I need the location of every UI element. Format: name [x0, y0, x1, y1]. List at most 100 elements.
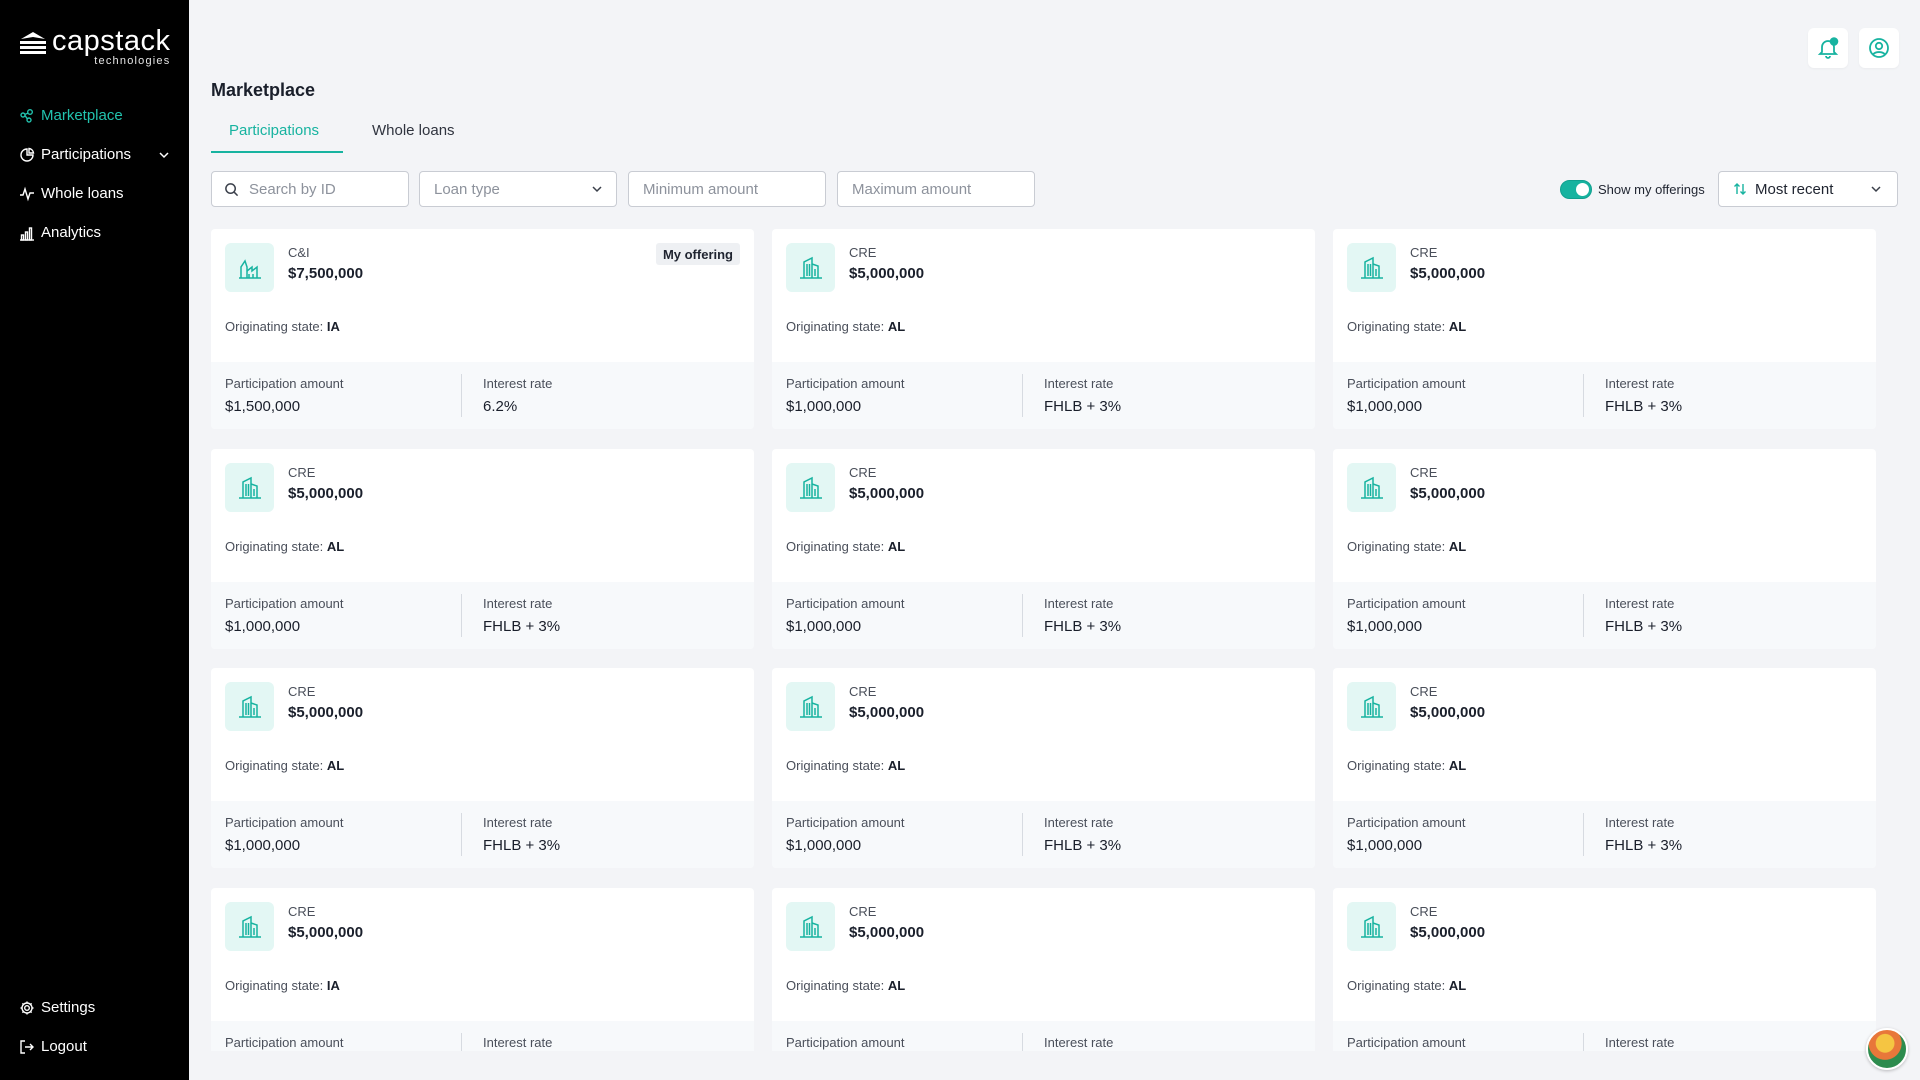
participation-amount-label: Participation amount: [786, 1035, 905, 1050]
sidebar-item-participations[interactable]: Participations: [0, 135, 189, 174]
loan-type: CRE: [288, 904, 316, 919]
participation-amount-value: $1,000,000: [225, 618, 301, 635]
interest-rate: Interest rate FHLB + 3%: [1044, 362, 1284, 429]
sidebar-item-logout[interactable]: Logout: [0, 1027, 189, 1066]
card-header: CRE $5,000,000 Originating state: AL: [772, 668, 1315, 801]
show-my-offerings-toggle[interactable]: [1560, 180, 1592, 199]
interest-rate-value: FHLB + 3%: [1605, 618, 1683, 635]
building-icon: [1347, 243, 1396, 292]
participation-amount-label: Participation amount: [786, 596, 905, 611]
sidebar: capstack technologies Marketplace Partic…: [0, 0, 189, 1080]
originating-state-value: AL: [1448, 319, 1467, 334]
card-header: CRE $5,000,000 Originating state: AL: [1333, 449, 1876, 582]
interest-rate-value: FHLB + 3%: [1605, 398, 1683, 415]
loan-type-select[interactable]: Loan type: [419, 171, 617, 207]
loan-card[interactable]: CRE $5,000,000 Originating state: AL Partic…: [1333, 888, 1876, 1051]
sidebar-item-whole-loans[interactable]: Whole loans: [0, 174, 189, 213]
loan-card[interactable]: CRE $5,000,000 Originating state: AL Partic…: [1333, 668, 1876, 868]
building-icon: [1347, 902, 1396, 951]
originating-state-label: Originating state:: [1347, 758, 1446, 773]
maximum-amount-input[interactable]: Maximum amount: [837, 171, 1035, 207]
help-avatar-button[interactable]: [1866, 1028, 1908, 1070]
building-icon: [786, 243, 835, 292]
originating-state-label: Originating state:: [225, 319, 324, 334]
search-placeholder: Search by ID: [249, 180, 336, 198]
loan-card[interactable]: CRE $5,000,000 Originating state: IA Partic…: [211, 888, 754, 1051]
loan-amount: $5,000,000: [1410, 704, 1486, 721]
card-details: Participation amount Interest rate: [1333, 1021, 1876, 1051]
loan-card[interactable]: CRE $5,000,000 Originating state: AL Partic…: [772, 888, 1315, 1051]
card-details: Participation amount $1,000,000 Interest r…: [1333, 582, 1876, 649]
card-details: Participation amount Interest rate: [772, 1021, 1315, 1051]
divider: [1583, 813, 1584, 856]
card-header: CRE $5,000,000 Originating state: IA: [211, 888, 754, 1021]
interest-rate: Interest rate FHLB + 3%: [1605, 801, 1845, 868]
divider: [461, 1033, 462, 1051]
building-icon: [786, 902, 835, 951]
originating-state-value: AL: [887, 319, 906, 334]
loan-amount: $7,500,000: [288, 265, 364, 282]
participation-amount-value: $1,000,000: [786, 618, 862, 635]
loan-amount: $5,000,000: [849, 924, 925, 941]
interest-rate-label: Interest rate: [1044, 815, 1114, 830]
tab-whole-loans[interactable]: Whole loans: [372, 118, 473, 153]
sort-icon: [1733, 182, 1747, 196]
originating-state: Originating state: IA: [225, 319, 340, 334]
loan-type: CRE: [849, 904, 877, 919]
building-icon: [1347, 682, 1396, 731]
card-header: CRE $5,000,000 Originating state: AL: [772, 888, 1315, 1021]
interest-rate-value: FHLB + 3%: [1605, 837, 1683, 854]
brand-name: capstack: [52, 25, 171, 57]
building-icon: [786, 682, 835, 731]
loan-card[interactable]: CRE $5,000,000 Originating state: AL Partic…: [211, 449, 754, 649]
search-input[interactable]: Search by ID: [211, 171, 409, 207]
tab-participations[interactable]: Participations: [211, 118, 343, 153]
interest-rate-label: Interest rate: [1044, 376, 1114, 391]
search-icon: [224, 182, 239, 197]
loan-card[interactable]: C&I $7,500,000 My offering Originating stat…: [211, 229, 754, 429]
chevron-down-icon[interactable]: [157, 148, 171, 162]
maximum-amount-placeholder: Maximum amount: [852, 180, 972, 198]
card-details: Participation amount $1,000,000 Interest r…: [1333, 362, 1876, 429]
building-icon: [225, 463, 274, 512]
loan-card[interactable]: CRE $5,000,000 Originating state: AL Partic…: [1333, 449, 1876, 649]
sort-select[interactable]: Most recent: [1718, 171, 1898, 207]
loan-card[interactable]: CRE $5,000,000 Originating state: AL Partic…: [211, 668, 754, 868]
loan-card[interactable]: CRE $5,000,000 Originating state: AL Partic…: [772, 668, 1315, 868]
divider: [1583, 374, 1584, 417]
factory-icon: [225, 243, 274, 292]
brand-subtitle: technologies: [94, 55, 171, 67]
sidebar-item-marketplace[interactable]: Marketplace: [0, 96, 189, 135]
interest-rate-value: FHLB + 3%: [1044, 837, 1122, 854]
loan-card[interactable]: CRE $5,000,000 Originating state: AL Partic…: [1333, 229, 1876, 429]
notifications-button[interactable]: [1808, 28, 1848, 68]
loan-card[interactable]: CRE $5,000,000 Originating state: AL Partic…: [772, 449, 1315, 649]
originating-state-label: Originating state:: [786, 758, 885, 773]
minimum-amount-input[interactable]: Minimum amount: [628, 171, 826, 207]
participation-amount-label: Participation amount: [1347, 596, 1466, 611]
loan-type: CRE: [1410, 245, 1438, 260]
sidebar-item-label: Logout: [41, 1038, 87, 1055]
interest-rate: Interest rate: [1605, 1021, 1845, 1051]
card-details: Participation amount $1,000,000 Interest r…: [1333, 801, 1876, 868]
divider: [1022, 813, 1023, 856]
brand-logo[interactable]: capstack technologies: [18, 26, 170, 67]
divider: [461, 813, 462, 856]
originating-state-label: Originating state:: [225, 539, 324, 554]
building-icon: [225, 902, 274, 951]
card-header: C&I $7,500,000 My offering Originating stat…: [211, 229, 754, 362]
originating-state: Originating state: AL: [225, 758, 344, 773]
loan-card[interactable]: CRE $5,000,000 Originating state: AL Partic…: [772, 229, 1315, 429]
participation-amount-value: $1,000,000: [1347, 618, 1423, 635]
sidebar-item-analytics[interactable]: Analytics: [0, 213, 189, 252]
sidebar-item-settings[interactable]: Settings: [0, 988, 189, 1027]
card-header: CRE $5,000,000 Originating state: AL: [1333, 668, 1876, 801]
originating-state-value: IA: [326, 978, 340, 993]
sidebar-item-label: Settings: [41, 999, 96, 1016]
interest-rate-label: Interest rate: [1605, 596, 1675, 611]
loan-type-placeholder: Loan type: [434, 180, 500, 198]
originating-state-value: AL: [1448, 539, 1467, 554]
originating-state-label: Originating state:: [786, 539, 885, 554]
loan-type: CRE: [849, 684, 877, 699]
profile-button[interactable]: [1859, 28, 1899, 68]
